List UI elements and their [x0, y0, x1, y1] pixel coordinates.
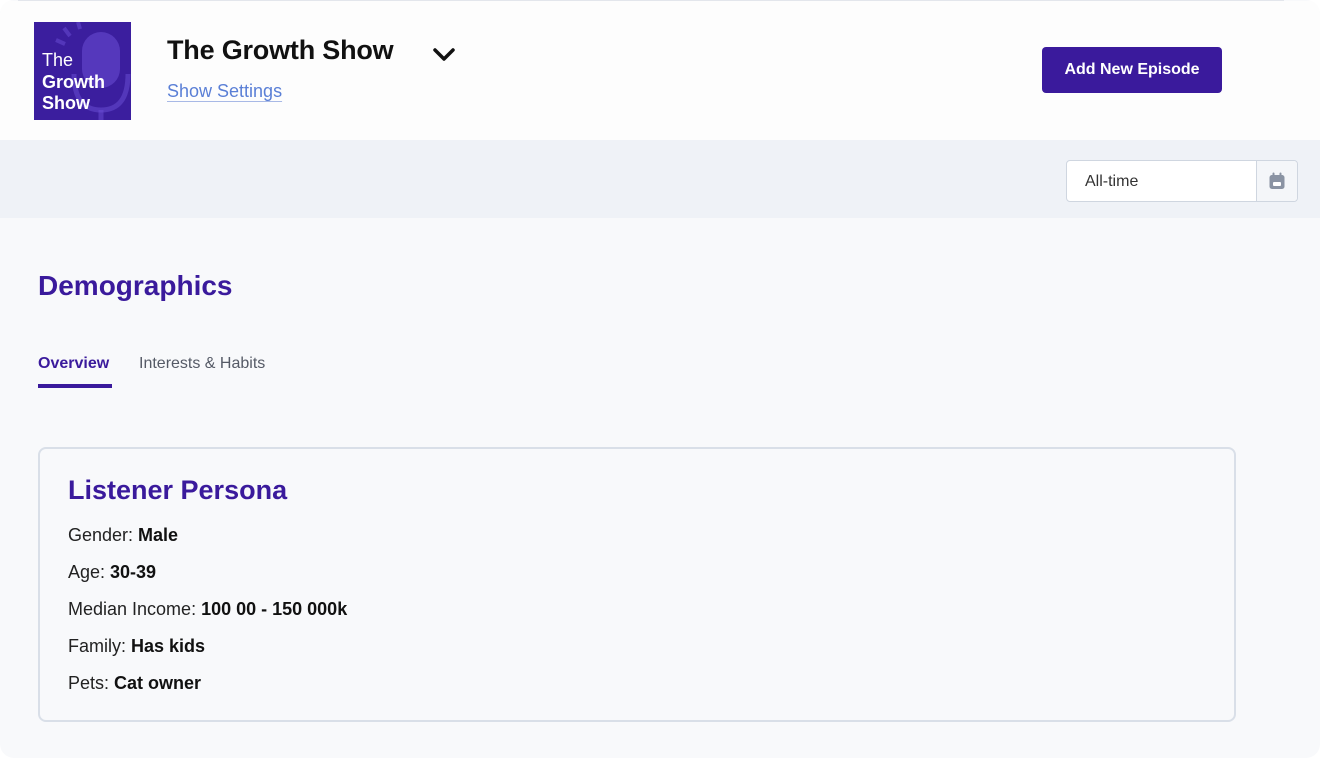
show-cover-art: The Growth Show: [34, 22, 131, 120]
row-label: Median Income:: [68, 599, 202, 619]
row-value: 30-39: [110, 562, 157, 582]
row-label: Family:: [68, 636, 131, 656]
row-label: Age:: [68, 562, 111, 582]
date-range-selector[interactable]: All-time: [1066, 160, 1298, 202]
listener-persona-card: Listener Persona Gender: Male Age: 30-39…: [38, 447, 1236, 722]
card-title: Listener Persona: [68, 475, 288, 505]
add-new-episode-button[interactable]: Add New Episode: [1042, 47, 1222, 93]
show-settings-link[interactable]: Show Settings: [167, 81, 282, 102]
row-value: Has kids: [131, 636, 206, 656]
show-header: The Growth Show The Growth Show Show Set…: [0, 1, 1320, 140]
cover-text-the: The: [42, 50, 74, 70]
calendar-icon: [1269, 172, 1285, 189]
app-frame: The Growth Show The Growth Show Show Set…: [0, 0, 1320, 758]
persona-row-family: Family: Has kids: [68, 636, 205, 657]
persona-row-income: Median Income: 100 00 - 150 000k: [68, 599, 347, 620]
section-title: Demographics: [38, 270, 233, 301]
row-label: Pets:: [68, 673, 115, 693]
row-value: 100 00 - 150 000k: [201, 599, 348, 619]
chevron-down-icon[interactable]: [432, 45, 456, 65]
active-tab-indicator: [38, 384, 112, 388]
persona-row-age: Age: 30-39: [68, 562, 156, 583]
date-range-value: All-time: [1085, 173, 1139, 190]
show-title: The Growth Show: [167, 35, 394, 65]
cover-text-show: Show: [42, 93, 90, 113]
tab-interests-habits[interactable]: Interests & Habits: [139, 355, 265, 373]
calendar-button[interactable]: [1256, 161, 1297, 201]
persona-row-gender: Gender: Male: [68, 525, 178, 546]
persona-row-pets: Pets: Cat owner: [68, 673, 201, 694]
row-value: Male: [138, 525, 179, 545]
tab-overview[interactable]: Overview: [38, 355, 109, 373]
row-value: Cat owner: [114, 673, 202, 693]
row-label: Gender:: [68, 525, 139, 545]
cover-text-growth: Growth: [42, 72, 105, 92]
